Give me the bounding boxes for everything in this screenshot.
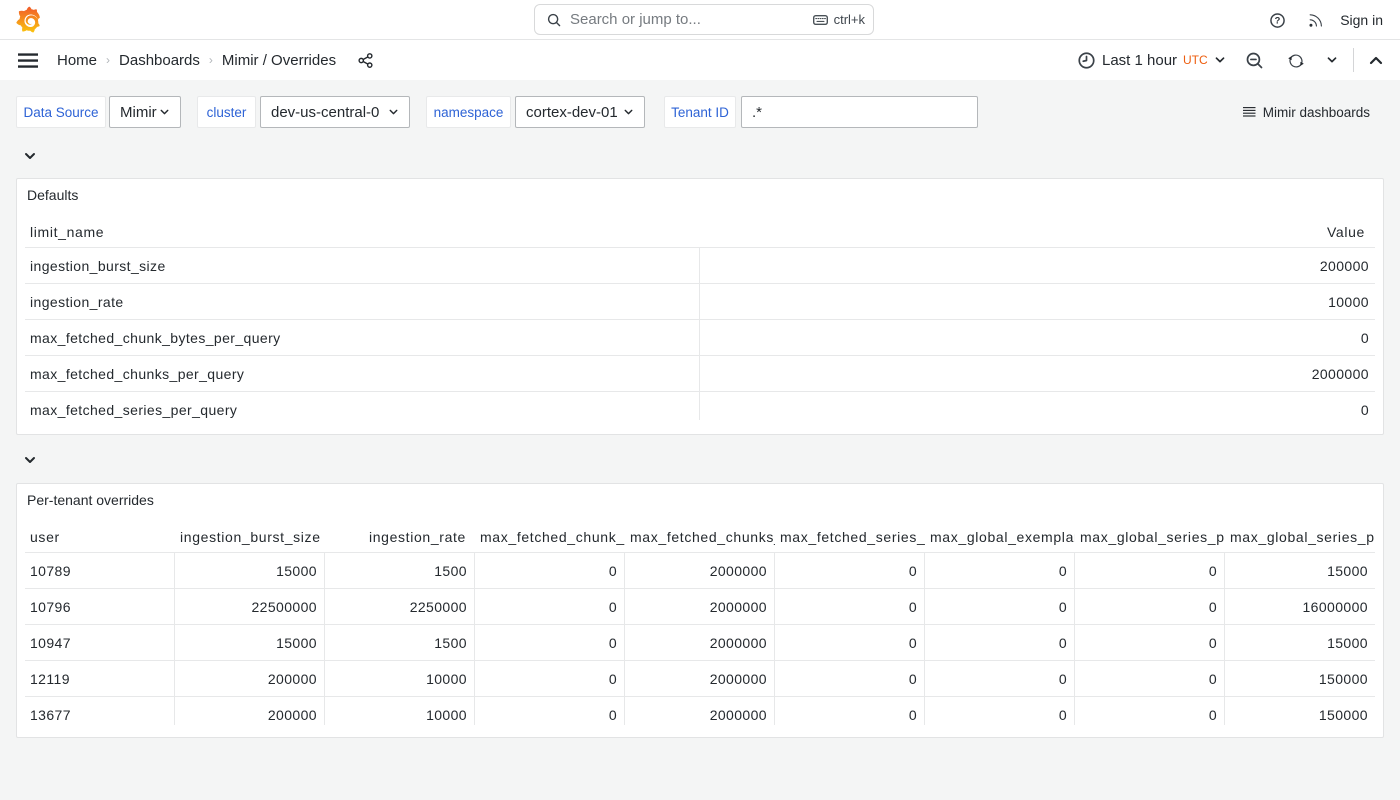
svg-text:?: ? [1275,16,1281,26]
